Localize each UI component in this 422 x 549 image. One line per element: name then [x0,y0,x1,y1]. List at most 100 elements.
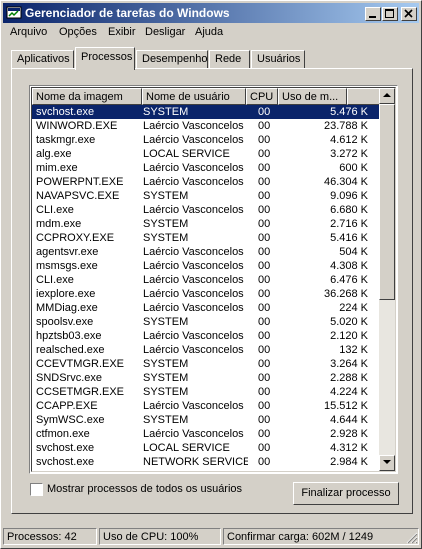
close-icon [404,9,413,18]
table-row[interactable]: iexplore.exe Laércio Vasconcelos 00 36.268 … [32,287,384,301]
user-name: SYSTEM [143,232,189,244]
tab-strip: Aplicativos Processos Desempenho Rede Us… [11,47,411,70]
table-row[interactable]: WINWORD.EXE Laércio Vasconcelos 00 23.788 K [32,119,384,133]
tab-usuarios[interactable]: Usuários [251,50,305,68]
menu-arquivo[interactable]: Arquivo [10,26,47,38]
status-cpu-usage: Uso de CPU: 100% [99,528,221,545]
scroll-up-button[interactable] [379,88,395,104]
user-name: SYSTEM [143,469,248,471]
menu-opcoes[interactable]: Opções [59,26,97,38]
table-row[interactable]: taskmgr.exe Laércio Vasconcelos 00 4.612 K [32,133,384,147]
memory-value: 5.020 K [330,316,368,328]
user-name: Laércio Vasconcelos [143,120,244,132]
process-name: CCEVTMGR.EXE [36,358,125,370]
arrow-down-icon [383,460,391,464]
table-row[interactable]: NAVAPSVC.EXE SYSTEM 00 9.096 K [32,189,384,203]
memory-value: 2.716 K [330,218,368,230]
table-row[interactable]: MMDiag.exe Laércio Vasconcelos 00 224 K [32,301,384,315]
process-name: ctfmon.exe [36,428,90,440]
user-name: Laércio Vasconcelos [143,246,244,258]
tab-desempenho[interactable]: Desempenho [136,50,208,68]
resize-grip-icon[interactable] [406,532,418,544]
table-row[interactable]: CCAPP.EXE Laércio Vasconcelos 00 15.512 K [32,399,384,413]
user-name: SYSTEM [143,414,189,426]
table-row[interactable]: POWERPNT.EXE Laércio Vasconcelos 00 46.304 … [32,175,384,189]
table-row[interactable]: realsched.exe Laércio Vasconcelos 00 132 K [32,343,384,357]
user-name: SYSTEM [143,316,189,328]
vertical-scrollbar[interactable] [379,88,395,471]
process-name: hpztsb03.exe [36,330,102,342]
menu-ajuda[interactable]: Ajuda [195,26,223,38]
memory-value: 2.120 K [330,330,368,342]
memory-value: 132 K [339,344,368,356]
table-row[interactable]: CLI.exe Laércio Vasconcelos 00 6.476 K [32,273,384,287]
user-name: Laércio Vasconcelos [143,302,244,314]
user-name: Laércio Vasconcelos [143,204,244,216]
table-row[interactable]: CCEVTMGR.EXE SYSTEM 00 3.264 K [32,357,384,371]
table-row[interactable]: SymWSC.exe SYSTEM 00 4.644 K [32,413,384,427]
scroll-thumb[interactable] [379,104,395,300]
minimize-icon [369,16,376,18]
table-row[interactable]: CCPROXY.EXE SYSTEM 00 5.416 K [32,231,384,245]
memory-value: 26.920 K [284,469,368,471]
process-name: CCPROXY.EXE [36,232,115,244]
table-row[interactable]: svchost.exe LOCAL SERVICE 00 4.312 K [32,441,384,455]
table-row[interactable]: msmsgs.exe Laércio Vasconcelos 00 4.308 K [32,259,384,273]
list-header: Nome da imagem Nome de usuário CPU Uso d… [32,88,384,105]
column-cpu[interactable]: CPU [246,88,278,105]
memory-value: 224 K [339,302,368,314]
table-row[interactable]: CLI.exe Laércio Vasconcelos 00 6.680 K [32,203,384,217]
arrow-up-icon [383,93,391,97]
user-name: Laércio Vasconcelos [143,288,244,300]
column-image-name[interactable]: Nome da imagem [32,88,142,105]
table-row[interactable]: svchost.exe NETWORK SERVICE 00 2.984 K [32,455,384,469]
table-row[interactable]: mdm.exe SYSTEM 00 2.716 K [32,217,384,231]
process-name: svchost.exe [36,106,95,118]
process-list[interactable]: Nome da imagem Nome de usuário CPU Uso d… [29,85,398,474]
process-name: NAVAPSVC.EXE [36,190,120,202]
memory-value: 46.304 K [323,176,368,188]
table-row[interactable]: ctfmon.exe Laércio Vasconcelos 00 2.928 K [32,427,384,441]
column-memory[interactable]: Uso de m... [278,88,347,105]
process-name: mim.exe [36,162,78,174]
status-commit-charge: Confirmar carga: 602M / 1249 [223,528,419,545]
show-all-processes-checkbox[interactable] [30,483,43,496]
maximize-button[interactable] [382,7,398,21]
table-row[interactable]: agentsvr.exe Laércio Vasconcelos 00 504 K [32,245,384,259]
user-name: SYSTEM [143,106,189,118]
table-row[interactable]: mim.exe Laércio Vasconcelos 00 600 K [32,161,384,175]
show-all-processes-label: Mostrar processos de todos os usuários [47,483,243,495]
table-row[interactable]: svchost.exeSYSTEM0026.920 K [32,469,384,471]
minimize-button[interactable] [365,7,381,21]
process-name: CCSETMGR.EXE [36,386,125,398]
user-name: SYSTEM [143,218,189,230]
memory-value: 4.612 K [330,134,368,146]
process-name: iexplore.exe [36,288,96,300]
table-row[interactable]: hpztsb03.exe Laércio Vasconcelos 00 2.120 K [32,329,384,343]
memory-value: 4.308 K [330,260,368,272]
task-manager-window: Gerenciador de tarefas do Windows Arquiv… [0,0,422,549]
table-row[interactable]: spoolsv.exe SYSTEM 00 5.020 K [32,315,384,329]
user-name: SYSTEM [143,372,189,384]
table-row[interactable]: svchost.exe SYSTEM 00 5.476 K [32,105,384,119]
end-process-button[interactable]: Finalizar processo [293,482,399,505]
title-bar[interactable]: Gerenciador de tarefas do Windows [3,3,419,23]
table-row[interactable]: alg.exe LOCAL SERVICE 00 3.272 K [32,147,384,161]
menu-desligar[interactable]: Desligar [145,26,185,38]
memory-value: 4.644 K [330,414,368,426]
process-name: taskmgr.exe [36,134,96,146]
user-name: LOCAL SERVICE [143,148,230,160]
tab-aplicativos[interactable]: Aplicativos [11,50,74,68]
user-name: Laércio Vasconcelos [143,400,244,412]
close-button[interactable] [401,7,417,21]
column-user-name[interactable]: Nome de usuário [142,88,246,105]
memory-value: 2.928 K [330,428,368,440]
memory-value: 3.264 K [330,358,368,370]
tab-rede[interactable]: Rede [209,50,250,68]
table-row[interactable]: SNDSrvc.exe SYSTEM 00 2.288 K [32,371,384,385]
memory-value: 5.416 K [330,232,368,244]
tab-processos[interactable]: Processos [75,47,135,70]
menu-exibir[interactable]: Exibir [108,26,136,38]
table-row[interactable]: CCSETMGR.EXE SYSTEM 00 4.224 K [32,385,384,399]
scroll-down-button[interactable] [379,455,395,471]
